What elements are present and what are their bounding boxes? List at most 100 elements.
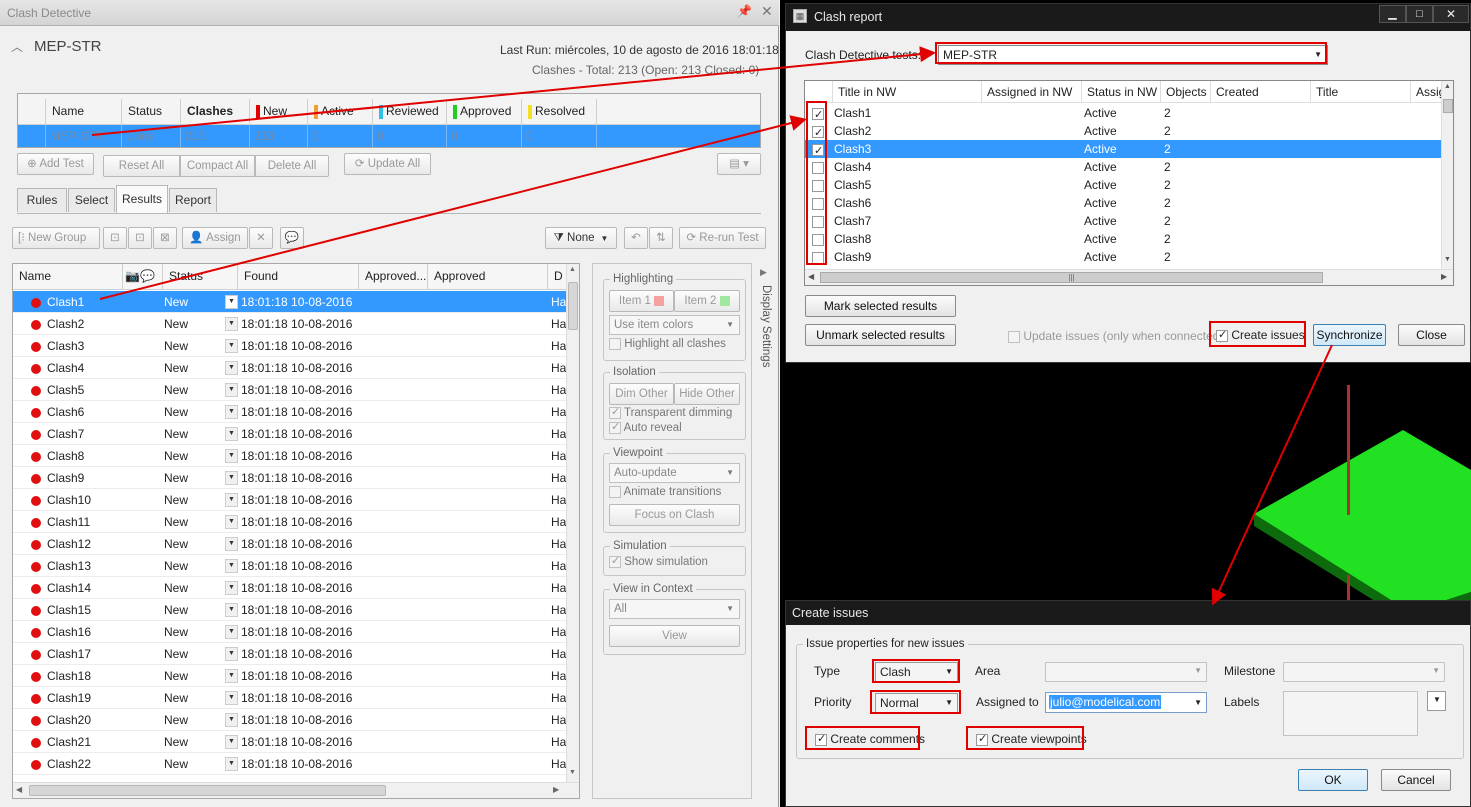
tests-select[interactable]: MEP-STR ▼: [938, 45, 1328, 65]
create-comments-row[interactable]: Create comments: [815, 732, 925, 746]
status-dropdown-button[interactable]: ▼: [225, 691, 238, 705]
group-action-button-1[interactable]: ⊡: [103, 227, 127, 249]
scroll-left-icon[interactable]: ◀: [16, 785, 22, 794]
status-dropdown-button[interactable]: ▼: [225, 427, 238, 441]
result-row[interactable]: Clash14 New ▼ 18:01:18 10-08-2016 Ha: [13, 577, 566, 599]
status-dropdown-button[interactable]: ▼: [225, 537, 238, 551]
show-simulation-row[interactable]: Show simulation: [609, 554, 708, 568]
auto-update-dropdown[interactable]: Auto-update ▼: [609, 463, 740, 483]
tab-rules[interactable]: Rules: [17, 188, 67, 212]
result-row[interactable]: Clash9 New ▼ 18:01:18 10-08-2016 Ha: [13, 467, 566, 489]
create-issues-row[interactable]: Create issues: [1216, 328, 1305, 342]
delete-all-button[interactable]: Delete All: [255, 155, 329, 177]
status-dropdown-button[interactable]: ▼: [225, 603, 238, 617]
report-row[interactable]: Clash7 Active 2: [805, 212, 1441, 230]
filter-dropdown[interactable]: ⧩ None ▼: [545, 227, 617, 249]
mark-selected-button[interactable]: Mark selected results: [805, 295, 956, 317]
scroll-right-icon[interactable]: ▶: [1441, 272, 1447, 281]
result-row[interactable]: Clash3 New ▼ 18:01:18 10-08-2016 Ha: [13, 335, 566, 357]
update-issues-checkbox[interactable]: [1008, 330, 1020, 343]
item2-button[interactable]: Item 2: [674, 290, 740, 312]
auto-reveal-row[interactable]: Auto reveal: [609, 420, 682, 434]
report-row-checkbox[interactable]: [812, 124, 824, 142]
reset-all-button[interactable]: Reset All: [103, 155, 180, 177]
col-name[interactable]: Name: [46, 99, 122, 124]
tab-results[interactable]: Results: [116, 185, 168, 213]
auto-reveal-checkbox[interactable]: [609, 420, 621, 434]
update-all-button[interactable]: ⟳ Update All: [344, 153, 431, 175]
transparent-dimming-checkbox[interactable]: [609, 405, 621, 419]
minimize-button[interactable]: ▁: [1379, 5, 1406, 23]
scroll-up-icon[interactable]: ▲: [1444, 83, 1451, 90]
close-button[interactable]: Close: [1398, 324, 1465, 346]
scroll-left-icon[interactable]: ◀: [808, 272, 814, 281]
result-row[interactable]: Clash15 New ▼ 18:01:18 10-08-2016 Ha: [13, 599, 566, 621]
maximize-button[interactable]: □: [1406, 5, 1433, 23]
status-dropdown-button[interactable]: ▼: [225, 581, 238, 595]
collapse-chevron-icon[interactable]: ︿: [11, 38, 23, 55]
status-dropdown-button[interactable]: ▼: [225, 493, 238, 507]
result-row[interactable]: Clash18 New ▼ 18:01:18 10-08-2016 Ha: [13, 665, 566, 687]
unmark-selected-button[interactable]: Unmark selected results: [805, 324, 956, 346]
report-row[interactable]: Clash4 Active 2: [805, 158, 1441, 176]
item1-button[interactable]: Item 1: [609, 290, 674, 312]
report-row-checkbox[interactable]: [812, 197, 824, 210]
status-dropdown-button[interactable]: ▼: [225, 449, 238, 463]
ok-button[interactable]: OK: [1298, 769, 1368, 791]
animate-transitions-row[interactable]: Animate transitions: [609, 486, 721, 498]
panel-titlebar[interactable]: Clash Detective 📌 ✕: [0, 0, 779, 26]
result-row[interactable]: Clash19 New ▼ 18:01:18 10-08-2016 Ha: [13, 687, 566, 709]
col-clashes[interactable]: Clashes: [181, 99, 250, 124]
col-status-in-nw[interactable]: Status in NW: [1082, 81, 1161, 102]
col-title-in-nw[interactable]: Title in NW: [833, 81, 982, 102]
compact-all-button[interactable]: Compact All: [180, 155, 255, 177]
result-row[interactable]: Clash21 New ▼ 18:01:18 10-08-2016 Ha: [13, 731, 566, 753]
result-row[interactable]: Clash20 New ▼ 18:01:18 10-08-2016 Ha: [13, 709, 566, 731]
create-issues-checkbox[interactable]: [1216, 328, 1228, 342]
col-title[interactable]: Title: [1311, 81, 1411, 102]
status-dropdown-button[interactable]: ▼: [225, 625, 238, 639]
report-row-checkbox[interactable]: [812, 161, 824, 174]
priority-select[interactable]: Normal ▼: [875, 693, 958, 713]
highlight-all-row[interactable]: Highlight all clashes: [609, 338, 726, 350]
result-row[interactable]: Clash2 New ▼ 18:01:18 10-08-2016 Ha: [13, 313, 566, 335]
comment-button[interactable]: 💬: [280, 227, 304, 249]
export-dropdown-button[interactable]: ▤ ▾: [717, 153, 761, 175]
scroll-up-icon[interactable]: ▲: [569, 266, 576, 273]
display-settings-sidebar[interactable]: ▶ Display Settings: [755, 263, 773, 373]
show-simulation-checkbox[interactable]: [609, 554, 621, 568]
rerun-test-button[interactable]: ⟳ Re-run Test: [679, 227, 766, 249]
status-dropdown-button[interactable]: ▼: [225, 471, 238, 485]
report-vscroll[interactable]: ▲ ▼: [1441, 81, 1453, 269]
report-row-checkbox[interactable]: [812, 106, 824, 124]
result-row[interactable]: Clash5 New ▼ 18:01:18 10-08-2016 Ha: [13, 379, 566, 401]
result-row[interactable]: Clash1 New ▼ 18:01:18 10-08-2016 Ha: [13, 291, 566, 313]
assign-button[interactable]: 👤 Assign: [182, 227, 248, 249]
create-issues-titlebar[interactable]: Create issues: [786, 601, 1470, 625]
col-status[interactable]: Status: [122, 99, 181, 124]
report-row[interactable]: Clash2 Active 2: [805, 122, 1441, 142]
synchronize-button[interactable]: Synchronize: [1313, 324, 1386, 346]
status-dropdown-button[interactable]: ▼: [225, 713, 238, 727]
result-row[interactable]: Clash8 New ▼ 18:01:18 10-08-2016 Ha: [13, 445, 566, 467]
result-row[interactable]: Clash10 New ▼ 18:01:18 10-08-2016 Ha: [13, 489, 566, 511]
close-icon[interactable]: ✕: [761, 3, 773, 20]
clash-report-titlebar[interactable]: ▦ Clash report ▁ □ ✕: [786, 4, 1470, 31]
report-row-checkbox[interactable]: [812, 215, 824, 228]
result-row[interactable]: Clash16 New ▼ 18:01:18 10-08-2016 Ha: [13, 621, 566, 643]
create-viewpoints-checkbox[interactable]: [976, 732, 988, 746]
group-action-button-2[interactable]: ⊡: [128, 227, 152, 249]
status-dropdown-button[interactable]: ▼: [225, 295, 238, 309]
status-dropdown-button[interactable]: ▼: [225, 383, 238, 397]
result-row[interactable]: Clash6 New ▼ 18:01:18 10-08-2016 Ha: [13, 401, 566, 423]
results-hscroll[interactable]: ◀ ▶: [13, 782, 579, 798]
view-button[interactable]: View: [609, 625, 740, 647]
pin-icon[interactable]: 📌: [737, 4, 752, 18]
report-row[interactable]: Clash8 Active 2: [805, 230, 1441, 248]
status-dropdown-button[interactable]: ▼: [225, 405, 238, 419]
labels-list[interactable]: [1283, 691, 1418, 736]
scroll-right-icon[interactable]: ▶: [553, 785, 559, 794]
report-row-checkbox[interactable]: [812, 142, 824, 160]
report-row[interactable]: Clash5 Active 2: [805, 176, 1441, 194]
add-test-button[interactable]: ⊕ Add Test: [17, 153, 94, 175]
